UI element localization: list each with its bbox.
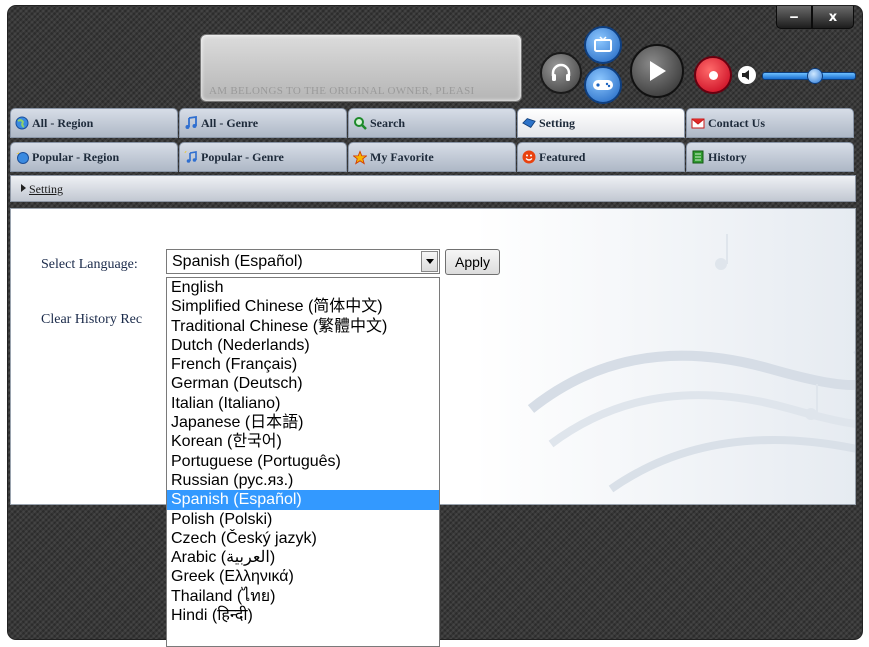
language-option[interactable]: French (Français) [167,355,439,374]
tab-label: Search [370,115,406,130]
tab-label: Setting [539,115,575,130]
language-option[interactable]: Greek (Ελληνικά) [167,567,439,586]
record-icon[interactable] [694,56,732,94]
language-option[interactable]: Spanish (Español) [167,490,439,510]
apply-button[interactable]: Apply [445,249,500,275]
select-language-label: Select Language: [41,257,138,272]
globe-star-icon [15,150,29,164]
mail-icon [691,116,705,130]
volume-knob[interactable] [806,68,823,84]
tab-label: Contact Us [708,115,765,130]
tab-label: Popular - Genre [201,149,284,164]
language-select[interactable]: Spanish (Español) [166,249,440,274]
tab-label: All - Region [32,115,94,130]
globe-icon [15,116,29,130]
marquee-text: AM BELONGS TO THE ORIGINAL OWNER, PLEASI [209,85,475,97]
marquee-display: AM BELONGS TO THE ORIGINAL OWNER, PLEASI [200,34,522,102]
close-button[interactable]: x [812,6,854,29]
volume-icon[interactable] [738,66,756,84]
breadcrumb: Setting [10,175,856,202]
language-option[interactable]: Polish (Polski) [167,510,439,529]
tab-row-secondary: Popular - Region Popular - Genre My Favo… [10,142,856,174]
language-option[interactable]: Hindi (हिन्दी) [167,606,439,625]
headphones-icon[interactable] [540,52,582,94]
smiley-icon [522,150,536,164]
star-icon [353,149,367,165]
window-controls: ‒ x [776,6,854,29]
tab-history[interactable]: History [686,142,854,172]
minimize-button[interactable]: ‒ [776,6,812,29]
language-option[interactable]: German (Deutsch) [167,374,439,393]
tab-featured[interactable]: Featured [517,142,685,172]
language-option[interactable]: Japanese (日本語) [167,413,439,432]
language-dropdown-list[interactable]: English Simplified Chinese (简体中文) Traditio… [166,277,440,647]
tab-all-genre[interactable]: All - Genre [179,108,347,138]
language-option[interactable]: Dutch (Nederlands) [167,336,439,355]
language-option[interactable]: Arabic (العربية) [167,548,439,567]
breadcrumb-setting-link[interactable]: Setting [29,182,63,197]
language-option[interactable]: Portuguese (Português) [167,452,439,471]
language-option[interactable]: English [167,278,439,297]
music-star-icon [184,150,198,164]
play-icon[interactable] [630,44,684,98]
breadcrumb-arrow-icon [21,184,26,192]
book-icon [691,150,705,164]
language-select-value: Spanish (Español) [172,253,303,270]
setting-icon [522,116,536,130]
language-option[interactable]: Russian (рус.яз.) [167,471,439,490]
tab-label: Featured [539,149,586,164]
gamepad-icon[interactable] [584,66,622,104]
tab-all-region[interactable]: All - Region [10,108,178,138]
tab-contact-us[interactable]: Contact Us [686,108,854,138]
music-note-icon [184,116,198,130]
tab-label: My Favorite [370,149,434,164]
language-option[interactable]: Simplified Chinese (简体中文) [167,297,439,316]
tab-popular-region[interactable]: Popular - Region [10,142,178,172]
tab-popular-genre[interactable]: Popular - Genre [179,142,347,172]
volume-slider[interactable] [762,68,856,84]
tab-label: History [708,149,747,164]
search-icon [353,116,367,130]
language-option[interactable]: Czech (Český jazyk) [167,529,439,548]
tab-label: Popular - Region [32,149,120,164]
clear-history-label: Clear History Rec [41,312,143,327]
language-option[interactable]: Korean (한국어) [167,432,439,451]
tab-setting[interactable]: Setting [517,108,685,138]
language-option[interactable]: Traditional Chinese (繁體中文) [167,317,439,336]
tab-row-primary: All - Region All - Genre Search Setting … [10,108,856,140]
tab-my-favorite[interactable]: My Favorite [348,142,516,172]
language-option[interactable]: Thailand (ไทย) [167,587,439,606]
tv-icon[interactable] [584,26,622,64]
tab-label: All - Genre [201,115,259,130]
language-option[interactable]: Italian (Italiano) [167,394,439,413]
tab-search[interactable]: Search [348,108,516,138]
chevron-down-icon[interactable] [421,251,438,272]
